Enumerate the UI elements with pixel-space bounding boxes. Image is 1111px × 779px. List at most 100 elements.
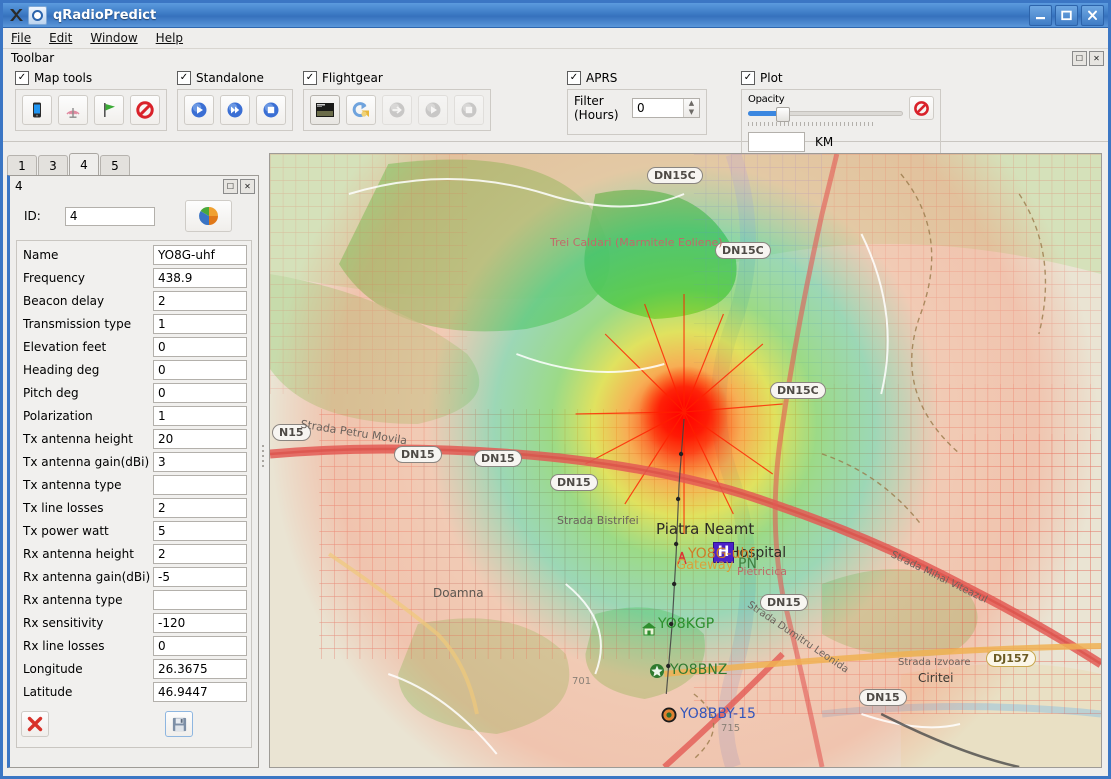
field-input-tx-antenna-gain[interactable]: 3 <box>153 452 247 472</box>
field-input-tx-antenna-height[interactable]: 20 <box>153 429 247 449</box>
field-row: Rx antenna type <box>21 588 247 611</box>
field-input-rx-antenna-type[interactable] <box>153 590 247 610</box>
menu-help[interactable]: Help <box>156 31 183 45</box>
map-tools-checkbox-row[interactable]: ✓ Map tools <box>15 69 167 87</box>
aprs-checkbox-row[interactable]: ✓ APRS <box>567 69 707 87</box>
mobile-phone-icon[interactable] <box>22 95 52 125</box>
field-input-longitude[interactable]: 26.3675 <box>153 659 247 679</box>
minimize-button[interactable] <box>1029 5 1052 26</box>
forbidden-icon[interactable] <box>130 95 160 125</box>
field-input-frequency[interactable]: 438.9 <box>153 268 247 288</box>
opacity-slider-handle[interactable] <box>776 107 790 122</box>
field-input-latitude[interactable]: 46.9447 <box>153 682 247 702</box>
pie-chart-icon[interactable] <box>185 200 232 232</box>
standalone-play-icon[interactable] <box>184 95 214 125</box>
menu-file[interactable]: File <box>11 31 31 45</box>
road-shield: N15 <box>272 424 311 441</box>
delete-icon[interactable] <box>21 711 49 737</box>
map-tools-checkbox[interactable]: ✓ <box>15 71 29 85</box>
field-label: Tx antenna height <box>21 432 153 446</box>
field-input-beacon-delay[interactable]: 2 <box>153 291 247 311</box>
map-view[interactable]: DN15C DN15C DN15C N15 DN15 DN15 DN15 DN1… <box>269 153 1102 768</box>
flightgear-play-icon[interactable] <box>418 95 448 125</box>
field-row: Polarization1 <box>21 404 247 427</box>
aprs-filter-input[interactable] <box>633 99 683 117</box>
standalone-checkbox-row[interactable]: ✓ Standalone <box>177 69 293 87</box>
flag-icon[interactable] <box>94 95 124 125</box>
aprs-filter-spinbox[interactable]: ▲ ▼ <box>632 98 700 118</box>
tab-4[interactable]: 4 <box>69 153 99 175</box>
field-label: Tx antenna type <box>21 478 153 492</box>
app-logo-icon <box>7 6 25 24</box>
aprs-filter-label: Filter (Hours) <box>574 94 626 122</box>
field-input-rx-antenna-gain[interactable]: -5 <box>153 567 247 587</box>
field-label: Tx line losses <box>21 501 153 515</box>
station-callsign: YO8KGP <box>658 616 714 632</box>
gps-icon <box>660 706 676 722</box>
spin-down-icon[interactable]: ▼ <box>684 108 699 117</box>
field-label: Elevation feet <box>21 340 153 354</box>
flightgear-screenshot-icon[interactable] <box>310 95 340 125</box>
flightgear-stop-icon[interactable] <box>454 95 484 125</box>
tab-4-label: 4 <box>80 158 88 172</box>
tab-strip: 1 3 4 5 <box>7 153 259 175</box>
station-callsign: Gateway <box>676 558 733 573</box>
tab-1[interactable]: 1 <box>7 155 37 175</box>
toolbar-float-icon[interactable]: ☐ <box>1072 51 1087 66</box>
panel-float-icon[interactable]: ☐ <box>223 179 238 194</box>
field-input-rx-sensitivity[interactable]: -120 <box>153 613 247 633</box>
field-input-heading-deg[interactable]: 0 <box>153 360 247 380</box>
plot-clear-icon[interactable] <box>909 96 934 120</box>
opacity-slider[interactable] <box>748 107 903 119</box>
station-form: NameYO8G-uhf Frequency438.9 Beacon delay… <box>16 240 252 748</box>
aprs-filter-row: Filter (Hours) ▲ ▼ <box>574 94 700 122</box>
panel-splitter[interactable] <box>259 145 269 776</box>
plot-checkbox-row[interactable]: ✓ Plot <box>741 69 941 87</box>
field-input-tx-power-watt[interactable]: 5 <box>153 521 247 541</box>
toolbar-group-aprs: ✓ APRS Filter (Hours) ▲ ▼ <box>567 69 707 135</box>
flightgear-refresh-icon[interactable] <box>346 95 376 125</box>
tab-5-label: 5 <box>111 159 119 173</box>
field-label: Rx antenna type <box>21 593 153 607</box>
field-input-tx-line-losses[interactable]: 2 <box>153 498 247 518</box>
tab-3[interactable]: 3 <box>38 155 68 175</box>
menu-window[interactable]: Window <box>90 31 137 45</box>
id-input[interactable]: 4 <box>65 207 155 226</box>
flightgear-checkbox[interactable]: ✓ <box>303 71 317 85</box>
field-row: Rx line losses0 <box>21 634 247 657</box>
flightgear-checkbox-row[interactable]: ✓ Flightgear <box>303 69 491 87</box>
road-shield: DN15C <box>647 167 703 184</box>
field-input-tx-antenna-type[interactable] <box>153 475 247 495</box>
standalone-fast-forward-icon[interactable] <box>220 95 250 125</box>
menu-edit[interactable]: Edit <box>49 31 72 45</box>
road-shield: DN15C <box>770 382 826 399</box>
window-title: qRadioPredict <box>53 8 1029 23</box>
flightgear-label: Flightgear <box>322 71 383 85</box>
field-label: Tx antenna gain(dBi) <box>21 455 153 469</box>
field-input-transmission-type[interactable]: 1 <box>153 314 247 334</box>
aprs-filter-spin-arrows[interactable]: ▲ ▼ <box>683 99 699 117</box>
standalone-checkbox[interactable]: ✓ <box>177 71 191 85</box>
station-callsign: YO8BBY-15 <box>680 706 756 722</box>
maximize-button[interactable] <box>1055 5 1078 26</box>
close-button[interactable] <box>1081 5 1104 26</box>
toolbar-close-icon[interactable]: ✕ <box>1089 51 1104 66</box>
tab-5[interactable]: 5 <box>100 155 130 175</box>
flightgear-connect-icon[interactable] <box>382 95 412 125</box>
field-input-name[interactable]: YO8G-uhf <box>153 245 247 265</box>
field-input-elevation-feet[interactable]: 0 <box>153 337 247 357</box>
standalone-stop-icon[interactable] <box>256 95 286 125</box>
map-canvas[interactable]: DN15C DN15C DN15C N15 DN15 DN15 DN15 DN1… <box>270 154 1101 767</box>
aprs-checkbox[interactable]: ✓ <box>567 71 581 85</box>
field-row: Tx line losses2 <box>21 496 247 519</box>
field-input-rx-antenna-height[interactable]: 2 <box>153 544 247 564</box>
spin-up-icon[interactable]: ▲ <box>684 99 699 108</box>
road-shield: DN15 <box>859 689 907 706</box>
save-icon[interactable] <box>165 711 193 737</box>
plot-checkbox[interactable]: ✓ <box>741 71 755 85</box>
field-input-polarization[interactable]: 1 <box>153 406 247 426</box>
field-input-pitch-deg[interactable]: 0 <box>153 383 247 403</box>
panel-close-icon[interactable]: ✕ <box>240 179 255 194</box>
field-input-rx-line-losses[interactable]: 0 <box>153 636 247 656</box>
antenna-icon[interactable] <box>58 95 88 125</box>
